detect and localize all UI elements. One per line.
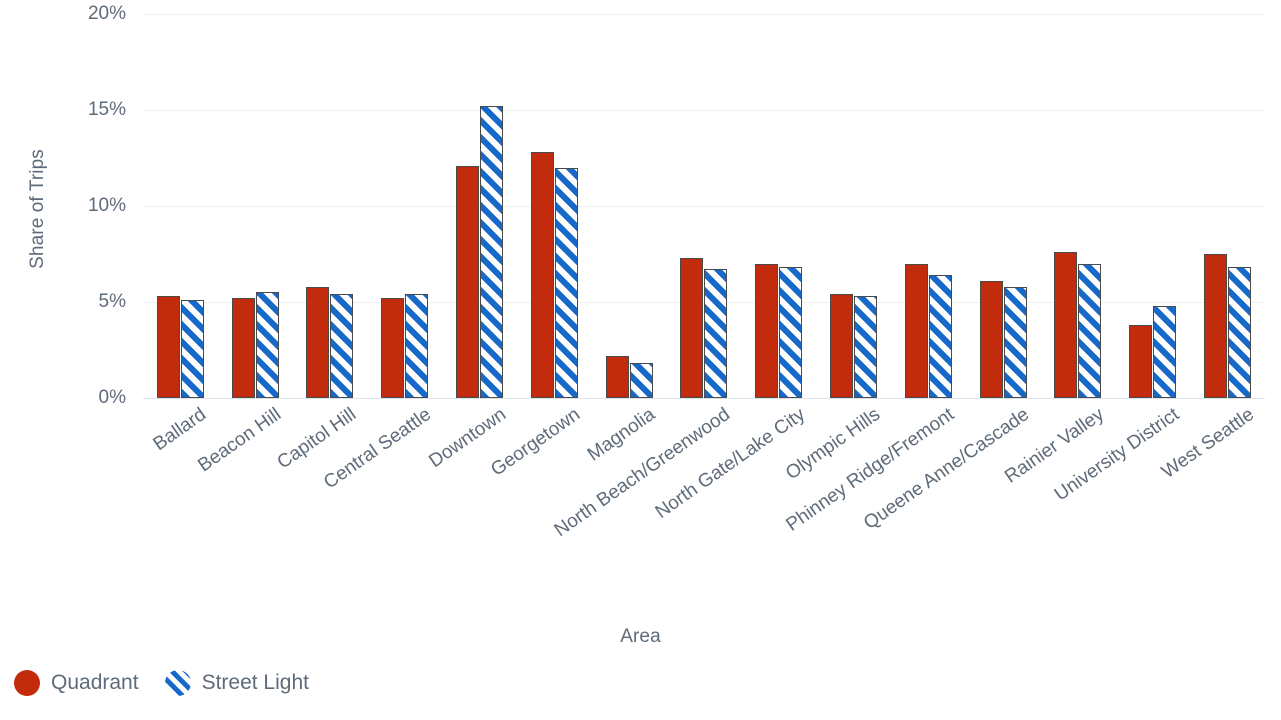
plot-area [143,14,1265,399]
bar-group [1190,14,1265,398]
bar-street-light[interactable] [480,106,504,398]
bar-group [1041,14,1116,398]
bar-quadrant[interactable] [1129,325,1153,398]
y-axis-tick-label: 20% [87,3,126,24]
bar-group [1115,14,1190,398]
bar-street-light[interactable] [704,269,728,398]
bar-street-light[interactable] [330,294,354,398]
bar-quadrant[interactable] [830,294,854,398]
bar-quadrant[interactable] [156,296,180,398]
bar-quadrant[interactable] [306,286,330,398]
bar-street-light[interactable] [928,275,952,398]
y-axis-tick-label: 5% [98,291,126,312]
bar-group [517,14,592,398]
bar-quadrant[interactable] [755,263,779,398]
x-axis-tick-label: Ballard [149,404,211,456]
bar-quadrant[interactable] [530,152,554,398]
bar-quadrant[interactable] [979,280,1003,398]
legend-item-quadrant[interactable]: Quadrant [14,670,139,696]
x-axis-title: Area [620,626,661,647]
chart-legend: Quadrant Street Light [14,670,309,696]
bar-group [966,14,1041,398]
filled-circle-icon [14,670,40,696]
legend-label: Street Light [201,671,309,694]
bar-group [891,14,966,398]
x-axis-tick-label: University District [1050,404,1183,506]
legend-label: Quadrant [51,671,139,694]
legend-item-street-light[interactable]: Street Light [164,670,309,696]
bar-quadrant[interactable] [1054,252,1078,398]
gridline [143,398,1265,399]
bar-group [143,14,218,398]
bar-quadrant[interactable] [680,257,704,398]
bar-quadrant[interactable] [231,298,255,398]
bar-street-light[interactable] [180,300,204,398]
bar-street-light[interactable] [405,294,429,398]
x-axis-tick-label: Beacon Hill [194,404,286,477]
bar-quadrant[interactable] [1204,254,1228,398]
bar-quadrant[interactable] [605,355,629,398]
bar-street-light[interactable] [854,296,878,398]
bar-quadrant[interactable] [456,165,480,398]
bar-group [442,14,517,398]
bar-street-light[interactable] [1228,267,1252,398]
bar-group [293,14,368,398]
y-axis-tick-label: 10% [87,195,126,216]
bar-quadrant[interactable] [904,263,928,398]
bar-street-light[interactable] [554,167,578,398]
bar-group [367,14,442,398]
bar-group [741,14,816,398]
bar-street-light[interactable] [629,363,653,398]
hatched-circle-icon [164,670,191,696]
bar-street-light[interactable] [779,267,803,398]
bar-street-light[interactable] [1003,286,1027,398]
bar-chart: Share of Trips 0% 5% 10% 15% 20% Ballard Beac… [0,0,1281,720]
y-axis-tick-label: 15% [87,99,126,120]
bar-street-light[interactable] [1078,263,1102,398]
bar-quadrant[interactable] [381,298,405,398]
bar-street-light[interactable] [1153,305,1177,398]
bar-groups [143,14,1265,398]
bar-group [667,14,742,398]
bar-group [218,14,293,398]
bar-street-light[interactable] [255,292,279,398]
y-axis-tick-label: 0% [98,387,126,408]
bar-group [816,14,891,398]
bar-group [592,14,667,398]
